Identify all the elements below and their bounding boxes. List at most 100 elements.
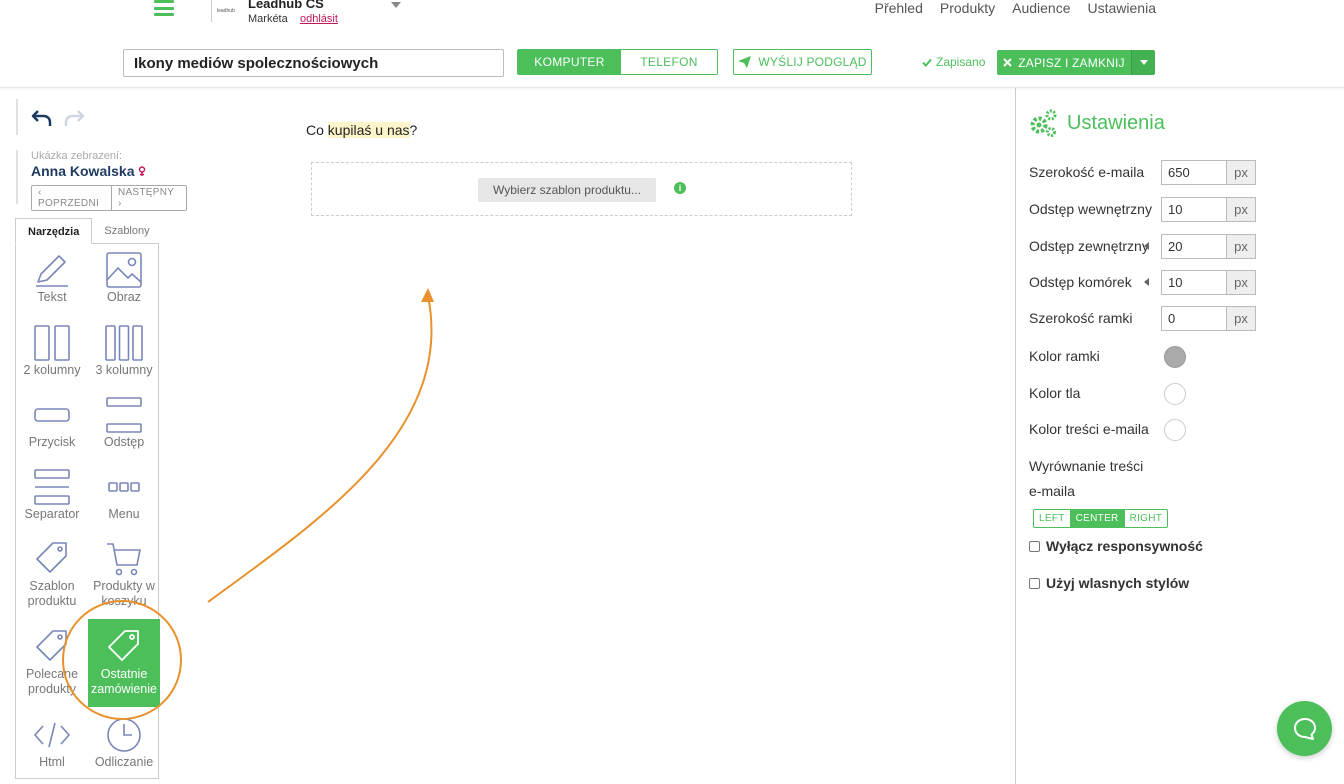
tool-last-order-label: Ostatnie zamówienie: [90, 667, 157, 696]
tool-menu-label: Menu: [108, 507, 140, 521]
two-columns-icon: [34, 325, 70, 361]
send-preview-label: WYŚLIJ PODGLĄD: [758, 55, 867, 69]
align-left-button[interactable]: LEFT: [1034, 510, 1070, 527]
annotation-arrow-head: [421, 288, 434, 302]
desktop-view-button[interactable]: KOMPUTER: [518, 50, 621, 74]
nav-products[interactable]: Produkty: [940, 0, 995, 16]
border-width-input[interactable]: [1161, 306, 1226, 331]
tool-image[interactable]: Obraz: [88, 250, 160, 322]
info-icon[interactable]: i: [674, 182, 686, 194]
content-color-swatch[interactable]: [1164, 419, 1186, 441]
saved-status: Zapisano: [922, 55, 985, 69]
email-text-block[interactable]: Co kupilaś u nas?: [306, 122, 417, 138]
bg-color-swatch[interactable]: [1164, 383, 1186, 405]
border-width-field: px: [1161, 306, 1256, 331]
email-width-label: Szerokość e-maila: [1029, 164, 1145, 180]
header-divider: [211, 0, 212, 22]
gears-icon: [1030, 109, 1057, 137]
tag-icon: [108, 630, 139, 661]
tab-tools[interactable]: Narzędzia: [15, 218, 93, 244]
tool-cart-products[interactable]: Produkty w koszyku: [88, 539, 160, 611]
tab-templates[interactable]: Szablony: [92, 218, 161, 244]
choose-product-template-button[interactable]: Wybierz szablon produktu...: [478, 178, 656, 202]
outer-padding-label: Odstęp zewnętrzny: [1029, 238, 1149, 254]
settings-panel: Ustawienia Szerokość e-maila px Odstęp w…: [1015, 88, 1344, 784]
inner-padding-unit: px: [1226, 197, 1256, 222]
logout-link[interactable]: odhlásit: [300, 13, 338, 25]
cell-spacing-label: Odstęp komórek: [1029, 274, 1132, 290]
tool-text[interactable]: Tekst: [16, 250, 88, 322]
custom-styles-label: Użyj wlasnych stylów: [1046, 575, 1190, 591]
save-close-button[interactable]: ZAPISZ I ZAMKNIJ: [997, 50, 1131, 75]
settings-header: Ustawienia: [1028, 108, 1165, 138]
inner-padding-input[interactable]: [1161, 197, 1226, 222]
cell-spacing-unit: px: [1226, 270, 1256, 295]
tool-recommended-products[interactable]: Polecane produkty: [16, 627, 88, 699]
undo-icon[interactable]: [31, 108, 53, 128]
disable-responsive-checkbox[interactable]: [1029, 540, 1040, 552]
sample-label: Ukázka zebrazení:: [31, 150, 123, 162]
content-color-label: Kolor treści e-maila: [1029, 421, 1149, 437]
chat-icon: [1293, 717, 1316, 740]
chat-support-button[interactable]: [1277, 701, 1332, 756]
brand-logo: leadhub: [217, 8, 235, 14]
tool-two-columns[interactable]: 2 kolumny: [16, 323, 88, 395]
outer-padding-unit: px: [1226, 234, 1256, 259]
sample-prev-button[interactable]: ‹ POPRZEDNI: [32, 186, 111, 210]
nav-settings[interactable]: Ustawienia: [1088, 0, 1156, 16]
align-label-line-1: Wyrównanie treści: [1029, 458, 1144, 474]
custom-styles-checkbox[interactable]: [1029, 577, 1040, 589]
align-center-button[interactable]: CENTER: [1069, 510, 1124, 527]
phone-view-button[interactable]: TELEFON: [621, 50, 717, 74]
sample-next-button[interactable]: NASTĘPNY ›: [110, 186, 186, 210]
tool-product-template[interactable]: Szablon produktu: [16, 539, 88, 611]
chevron-right-icon: ›: [117, 198, 122, 209]
tool-html[interactable]: Html: [16, 715, 88, 784]
cell-spacing-input[interactable]: [1161, 270, 1226, 295]
account-name[interactable]: Leadhub CS: [248, 0, 324, 11]
device-toggle: KOMPUTER TELEFON: [517, 49, 718, 75]
tool-button[interactable]: Przycisk: [16, 395, 88, 467]
account-dropdown-caret-icon[interactable]: [391, 2, 401, 8]
chevron-down-icon: [1139, 60, 1148, 65]
border-color-swatch[interactable]: [1164, 346, 1186, 368]
paper-plane-icon: [738, 56, 752, 68]
tool-html-label: Html: [39, 755, 65, 769]
save-close-group: ZAPISZ I ZAMKNIJ: [997, 50, 1155, 75]
account-user: Markéta: [248, 13, 288, 25]
button-icon: [34, 408, 70, 422]
sample-prev-label: POPRZEDNI: [38, 198, 100, 209]
left-panel-tabs: Narzędzia Szablony: [15, 218, 162, 244]
code-icon: [34, 722, 70, 748]
send-preview-button[interactable]: WYŚLIJ PODGLĄD: [733, 49, 872, 75]
saved-status-label: Zapisano: [936, 55, 986, 69]
tool-button-label: Przycisk: [28, 435, 76, 449]
align-label-line-2: e-maila: [1029, 483, 1075, 499]
close-icon: [1003, 58, 1012, 67]
save-options-dropdown[interactable]: [1131, 50, 1155, 75]
tool-menu[interactable]: Menu: [88, 467, 160, 539]
tool-three-columns[interactable]: 3 kolumny: [88, 323, 160, 395]
border-width-unit: px: [1226, 306, 1256, 331]
clock-icon: [107, 718, 141, 752]
settings-title: Ustawienia: [1067, 111, 1165, 134]
product-template-dropzone[interactable]: Wybierz szablon produktu... i: [311, 162, 852, 216]
redo-icon[interactable]: [63, 108, 85, 128]
hamburger-menu-icon[interactable]: [154, 0, 174, 16]
outer-padding-field: px: [1161, 234, 1256, 259]
nav-audience[interactable]: Audience: [1012, 0, 1070, 16]
email-width-input[interactable]: [1161, 160, 1226, 185]
border-color-label: Kolor ramki: [1029, 348, 1100, 364]
nav-overview[interactable]: Přehled: [875, 0, 923, 16]
top-navigation: Přehled Produkty Audience Ustawienia: [875, 0, 1156, 16]
spacer-icon: [106, 397, 142, 433]
tool-separator[interactable]: Separator: [16, 467, 88, 539]
template-title-input[interactable]: [123, 49, 504, 77]
tools-panel: Tekst Obraz 2 kolumny 3 kolumny Przycisk…: [15, 243, 160, 779]
outer-padding-input[interactable]: [1161, 234, 1226, 259]
align-right-button[interactable]: RIGHT: [1123, 510, 1168, 527]
tool-last-order[interactable]: Ostatnie zamówienie: [88, 619, 160, 707]
email-width-unit: px: [1226, 160, 1256, 185]
tool-countdown[interactable]: Odliczanie: [88, 715, 160, 784]
tool-spacer[interactable]: Odstęp: [88, 395, 160, 467]
